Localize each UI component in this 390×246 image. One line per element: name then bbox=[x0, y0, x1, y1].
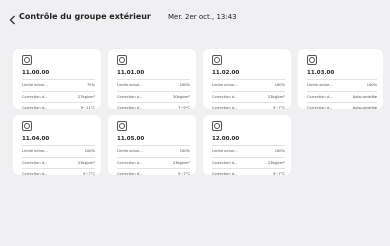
unit-name: 11.04.00 bbox=[22, 136, 50, 142]
outdoor-unit-icon bbox=[212, 121, 222, 131]
outdoor-unit-icon bbox=[117, 121, 127, 131]
info-row: Correction d... 5~7°C bbox=[22, 168, 95, 180]
outdoor-unit-icon bbox=[307, 55, 317, 65]
row-label: Correction d... bbox=[307, 94, 333, 99]
row-label: Limite actue... bbox=[22, 149, 48, 154]
row-label: Correction d... bbox=[22, 94, 48, 99]
row-label: Correction d... bbox=[22, 172, 48, 177]
row-label: Correction d... bbox=[22, 160, 48, 165]
row-value: 100% bbox=[274, 83, 285, 88]
info-row: Correction d... 23kg/cm² bbox=[22, 156, 95, 169]
info-row: Limite actue... 100% bbox=[212, 145, 285, 157]
row-label: Correction d... bbox=[307, 106, 333, 111]
unit-name: 11.00.00 bbox=[22, 70, 50, 76]
row-label: Limite actue... bbox=[117, 149, 143, 154]
outdoor-unit-icon bbox=[117, 55, 127, 65]
datetime-display: Mer. 2er oct., 13:43 bbox=[168, 12, 237, 21]
info-row: Correction d... 27kg/cm² bbox=[22, 90, 95, 103]
info-row: Correction d... 23kg/cm² bbox=[212, 90, 285, 103]
unit-card[interactable]: 12.00.00 Limite actue... 100% Correction … bbox=[203, 115, 291, 176]
unit-name: 11.03.00 bbox=[307, 70, 335, 76]
row-label: Correction d... bbox=[117, 160, 143, 165]
unit-card[interactable]: 11.04.00 Limite actue... 100% Correction … bbox=[13, 115, 101, 176]
unit-card[interactable]: 11.00.00 Limite actue... 75% Correction d… bbox=[13, 49, 101, 110]
row-value: 100% bbox=[274, 149, 285, 154]
row-value: 100% bbox=[179, 83, 190, 88]
row-label: Correction d... bbox=[117, 172, 143, 177]
row-label: Correction d... bbox=[22, 106, 48, 111]
info-row: Correction d... 5~7°C bbox=[212, 102, 285, 114]
row-label: Correction d... bbox=[117, 106, 143, 111]
info-row: Correction d... 23kg/cm² bbox=[117, 156, 190, 169]
row-value: 100% bbox=[179, 149, 190, 154]
row-value: 23kg/cm² bbox=[172, 160, 190, 165]
info-row: Correction d... Auto-contrôle bbox=[307, 102, 377, 114]
row-value: 23kg/cm² bbox=[77, 160, 95, 165]
info-row: Limite actue... 100% bbox=[117, 79, 190, 91]
unit-card[interactable]: 11.03.00 Limite actue... 100% Correction … bbox=[298, 49, 383, 110]
outdoor-unit-icon bbox=[22, 55, 32, 65]
header: Contrôle du groupe extérieur Mer. 2er oc… bbox=[0, 0, 390, 34]
row-label: Limite actue... bbox=[212, 83, 238, 88]
outdoor-unit-icon bbox=[22, 121, 32, 131]
row-value: 27kg/cm² bbox=[77, 94, 95, 99]
info-row: Limite actue... 100% bbox=[307, 79, 377, 91]
unit-card[interactable]: 11.05.00 Limite actue... 100% Correction … bbox=[108, 115, 196, 176]
info-row: Correction d... 30kg/cm² bbox=[117, 90, 190, 103]
info-row: Correction d... 23kg/cm² bbox=[212, 156, 285, 169]
info-row: Correction d... Auto-contrôle bbox=[307, 90, 377, 103]
row-value: 100% bbox=[366, 83, 377, 88]
row-label: Correction d... bbox=[117, 94, 143, 99]
info-row: Limite actue... 100% bbox=[22, 145, 95, 157]
info-row: Correction d... 7~9°C bbox=[117, 102, 190, 114]
row-value: 5~7°C bbox=[273, 172, 285, 177]
row-value: 30kg/cm² bbox=[172, 94, 190, 99]
row-value: Auto-contrôle bbox=[352, 106, 377, 111]
row-label: Correction d... bbox=[212, 106, 238, 111]
page-title: Contrôle du groupe extérieur bbox=[19, 12, 151, 21]
info-row: Correction d... 9~11°C bbox=[22, 102, 95, 114]
unit-card[interactable]: 11.01.00 Limite actue... 100% Correction … bbox=[108, 49, 196, 110]
row-label: Correction d... bbox=[212, 160, 238, 165]
row-value: 7~9°C bbox=[178, 106, 190, 111]
unit-name: 11.02.00 bbox=[212, 70, 240, 76]
row-label: Limite actue... bbox=[117, 83, 143, 88]
row-value: 23kg/cm² bbox=[267, 160, 285, 165]
row-label: Correction d... bbox=[212, 94, 238, 99]
row-value: 23kg/cm² bbox=[267, 94, 285, 99]
info-row: Correction d... 5~7°C bbox=[212, 168, 285, 180]
unit-card[interactable]: 11.02.00 Limite actue... 100% Correction … bbox=[203, 49, 291, 110]
row-value: 100% bbox=[84, 149, 95, 154]
row-value: 5~7°C bbox=[83, 172, 95, 177]
unit-name: 12.00.00 bbox=[212, 136, 240, 142]
info-row: Correction d... 5~7°C bbox=[117, 168, 190, 180]
row-label: Limite actue... bbox=[22, 83, 48, 88]
info-row: Limite actue... 100% bbox=[117, 145, 190, 157]
unit-name: 11.01.00 bbox=[117, 70, 145, 76]
row-label: Limite actue... bbox=[307, 83, 333, 88]
info-row: Limite actue... 75% bbox=[22, 79, 95, 91]
row-value: 5~7°C bbox=[273, 106, 285, 111]
row-value: 9~11°C bbox=[80, 106, 95, 111]
row-label: Limite actue... bbox=[212, 149, 238, 154]
row-value: 5~7°C bbox=[178, 172, 190, 177]
row-label: Correction d... bbox=[212, 172, 238, 177]
unit-name: 11.05.00 bbox=[117, 136, 145, 142]
row-value: Auto-contrôle bbox=[352, 94, 377, 99]
info-row: Limite actue... 100% bbox=[212, 79, 285, 91]
back-chevron-icon[interactable] bbox=[8, 11, 18, 25]
outdoor-unit-icon bbox=[212, 55, 222, 65]
row-value: 75% bbox=[87, 83, 95, 88]
